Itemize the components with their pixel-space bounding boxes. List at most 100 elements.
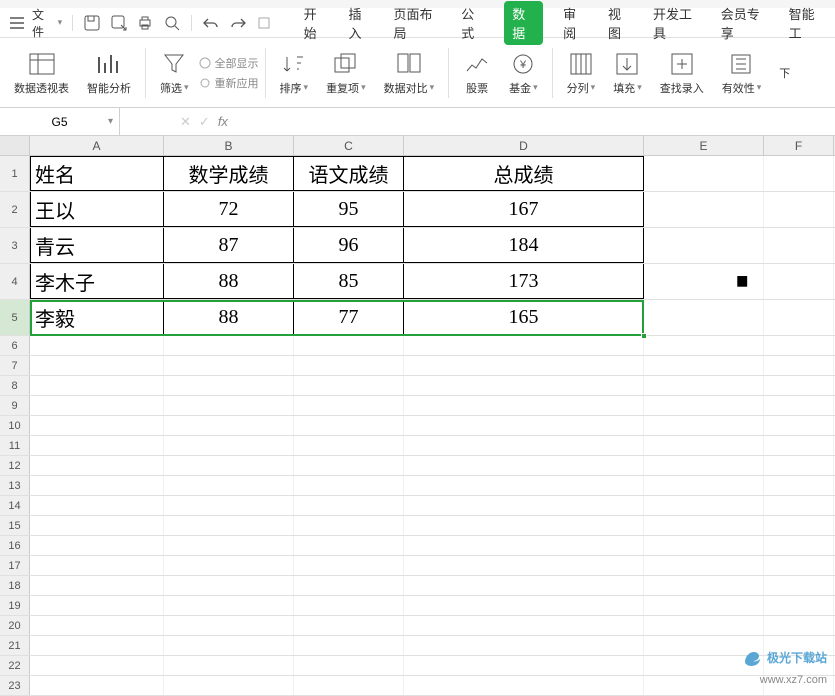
cell[interactable] [294,476,404,495]
cell[interactable]: 96 [294,228,404,263]
cell[interactable] [30,516,164,535]
cell[interactable] [30,416,164,435]
cell[interactable]: 青云 [30,228,164,263]
row-header[interactable]: 15 [0,516,30,535]
cell[interactable] [644,556,764,575]
print-icon[interactable] [136,13,155,33]
undo-icon[interactable] [202,13,221,33]
fill-handle[interactable] [641,333,647,339]
cell[interactable] [644,576,764,595]
reapply-button[interactable]: 重新应用 [199,75,259,91]
row-header[interactable]: 20 [0,616,30,635]
cell[interactable]: 王以 [30,192,164,227]
cell[interactable] [294,496,404,515]
cell[interactable]: 167 [404,192,644,227]
cell-reference-input[interactable] [25,115,95,129]
cell[interactable] [404,616,644,635]
cell[interactable]: 语文成绩 [294,156,404,191]
cell[interactable] [294,536,404,555]
cell[interactable] [294,576,404,595]
cell[interactable] [764,596,834,615]
redo-icon[interactable] [229,13,248,33]
col-header-E[interactable]: E [644,136,764,155]
cell[interactable] [644,516,764,535]
row-header[interactable]: 12 [0,456,30,475]
sort-button[interactable]: 排序▾ [272,38,317,107]
cell[interactable] [164,596,294,615]
cell[interactable] [164,496,294,515]
cell[interactable] [764,416,834,435]
cell[interactable] [294,636,404,655]
cell[interactable] [644,396,764,415]
cell[interactable] [764,264,834,299]
format-painter-icon[interactable] [255,13,274,33]
cell[interactable] [294,356,404,375]
cell[interactable] [164,656,294,675]
cell[interactable] [644,336,764,355]
col-header-B[interactable]: B [164,136,294,155]
cell[interactable]: 95 [294,192,404,227]
cell[interactable]: 李木子 [30,264,164,299]
row-header[interactable]: 6 [0,336,30,355]
cell[interactable] [404,416,644,435]
dropdown-overflow[interactable]: 下 [771,38,798,107]
save-icon[interactable] [83,13,102,33]
fund-button[interactable]: ¥ 基金▾ [501,38,546,107]
cell[interactable] [294,416,404,435]
row-header[interactable]: 7 [0,356,30,375]
cell[interactable] [294,516,404,535]
cell[interactable] [294,456,404,475]
validate-button[interactable]: 有效性▾ [714,38,770,107]
fill-button[interactable]: 填充▾ [605,38,650,107]
cell[interactable] [644,300,764,335]
cell[interactable] [404,476,644,495]
cell[interactable] [764,476,834,495]
row-header[interactable]: 16 [0,536,30,555]
cell[interactable] [404,396,644,415]
row-header[interactable]: 17 [0,556,30,575]
cell[interactable] [30,656,164,675]
cell[interactable] [764,536,834,555]
cell[interactable] [764,336,834,355]
cell[interactable]: 173 [404,264,644,299]
cell[interactable] [404,376,644,395]
show-all-button[interactable]: 全部显示 [199,55,259,71]
cell[interactable] [644,192,764,227]
cell[interactable]: 77 [294,300,404,335]
cell[interactable] [404,676,644,695]
compare-button[interactable]: 数据对比▾ [376,38,443,107]
file-menu[interactable]: 文件 ▾ [32,6,62,40]
cell[interactable] [30,556,164,575]
cell[interactable] [294,556,404,575]
cell[interactable] [764,356,834,375]
cell[interactable] [764,496,834,515]
cell[interactable] [764,300,834,335]
cell[interactable] [164,636,294,655]
cell[interactable] [164,576,294,595]
cell[interactable] [404,576,644,595]
cell[interactable] [164,616,294,635]
cell[interactable]: 李毅 [30,300,164,335]
row-header[interactable]: 13 [0,476,30,495]
row-header[interactable]: 11 [0,436,30,455]
fx-icon[interactable]: fx [218,114,228,129]
hamburger-menu[interactable] [10,17,24,29]
cell[interactable] [644,264,764,299]
cell[interactable] [644,536,764,555]
select-all-corner[interactable] [0,136,30,155]
print-preview-icon[interactable] [163,13,182,33]
cell[interactable] [404,516,644,535]
row-header[interactable]: 23 [0,676,30,695]
cell[interactable] [30,396,164,415]
cell[interactable] [294,336,404,355]
filter-button[interactable]: 筛选▾ [152,38,197,107]
cell[interactable] [764,192,834,227]
cell[interactable] [404,536,644,555]
cell[interactable] [30,476,164,495]
cell[interactable] [164,536,294,555]
cancel-formula-icon[interactable]: ✕ [180,114,191,130]
cell[interactable]: 72 [164,192,294,227]
cell[interactable]: 184 [404,228,644,263]
dedup-button[interactable]: 重复项▾ [318,38,374,107]
cell[interactable] [30,576,164,595]
